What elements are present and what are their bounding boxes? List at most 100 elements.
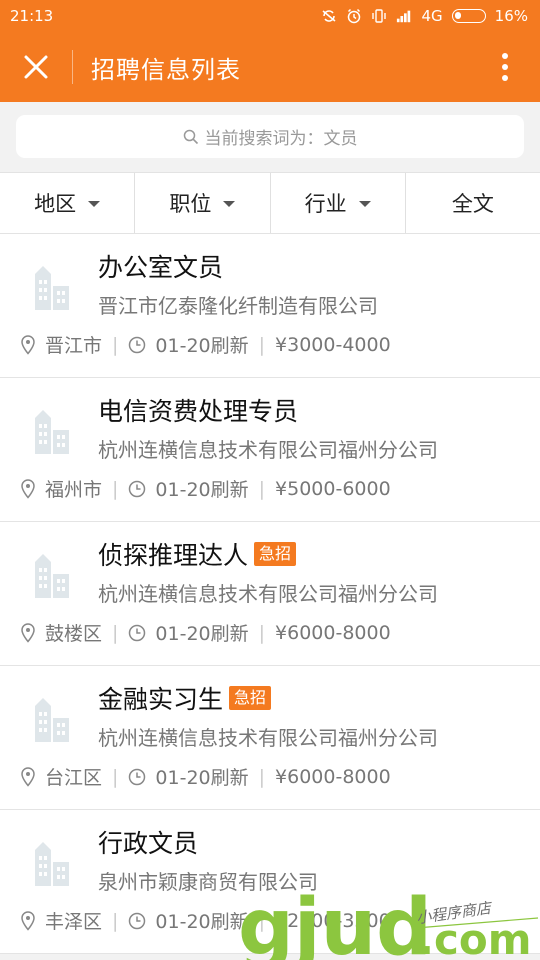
job-refresh-date: 01-20刷新 xyxy=(155,911,249,933)
meta-separator: | xyxy=(112,477,119,500)
meta-separator: | xyxy=(258,909,266,932)
meta-separator: | xyxy=(112,909,119,932)
job-meta: 丰泽区 | 01-20刷新 | ¥2500-3500 xyxy=(20,907,391,934)
filter-tab[interactable]: 地区 xyxy=(0,173,136,233)
urgent-badge: 急招 xyxy=(254,542,297,566)
filter-bar: 地区 职位 行业 全文 xyxy=(0,172,540,234)
status-time: 21:13 xyxy=(10,7,54,25)
clock-icon xyxy=(128,336,146,354)
company-name: 杭州连横信息技术有限公司福州分公司 xyxy=(98,726,438,750)
job-list-item[interactable]: 金融实习生 急招杭州连横信息技术有限公司福州分公司台江区 | 01-20刷新 | ¥600… xyxy=(0,666,540,810)
job-list-item[interactable]: 电信资费处理专员杭州连横信息技术有限公司福州分公司福州市 | 01-20刷新 | ¥50… xyxy=(0,378,540,522)
clock-icon xyxy=(128,912,146,930)
page-title: 招聘信息列表 xyxy=(91,55,241,84)
company-building-icon xyxy=(33,264,71,312)
job-title-row: 电信资费处理专员 xyxy=(98,392,298,428)
location-pin-icon xyxy=(20,766,36,787)
company-name: 泉州市颖康商贸有限公司 xyxy=(98,870,318,894)
filter-label: 地区 xyxy=(34,192,77,216)
job-location: 丰泽区 xyxy=(45,911,103,933)
battery-percent: 16% xyxy=(494,7,528,25)
filter-label: 全文 xyxy=(451,192,494,216)
meta-separator: | xyxy=(112,621,119,644)
company-name: 杭州连横信息技术有限公司福州分公司 xyxy=(98,582,438,606)
meta-separator: | xyxy=(258,621,266,644)
filter-tab[interactable]: 职位 xyxy=(135,173,271,233)
alarm-icon xyxy=(346,8,362,24)
filter-tab[interactable]: 行业 xyxy=(271,173,406,233)
search-area: 当前搜索词为：文员 xyxy=(0,102,540,172)
job-location: 晋江市 xyxy=(45,335,103,357)
job-list-item[interactable]: 行政文员泉州市颖康商贸有限公司丰泽区 | 01-20刷新 | ¥2500-3500 xyxy=(0,810,540,954)
job-refresh-date: 01-20刷新 xyxy=(155,335,249,357)
appbar-divider xyxy=(72,50,73,84)
job-title-row: 金融实习生 急招 xyxy=(98,680,272,716)
app-header: 21:13 4G 16% 招聘信息列表 xyxy=(0,0,540,102)
search-text: 当前搜索词为：文员 xyxy=(204,129,358,149)
caret-down-icon xyxy=(358,201,371,207)
job-title: 侦探推理达人 xyxy=(98,541,249,570)
job-title: 行政文员 xyxy=(98,829,199,858)
clock-icon xyxy=(128,480,146,498)
job-title-row: 行政文员 xyxy=(98,824,198,860)
filter-label: 职位 xyxy=(169,192,212,216)
job-meta: 台江区 | 01-20刷新 | ¥6000-8000 xyxy=(20,763,391,790)
company-name: 晋江市亿泰隆化纤制造有限公司 xyxy=(98,294,378,318)
company-building-icon xyxy=(33,552,71,600)
urgent-badge: 急招 xyxy=(229,686,272,710)
clock-icon xyxy=(128,768,146,786)
job-location: 福州市 xyxy=(45,479,103,501)
location-pin-icon xyxy=(20,334,36,355)
job-refresh-date: 01-20刷新 xyxy=(155,623,249,645)
more-button[interactable] xyxy=(470,34,540,100)
job-title-row: 办公室文员 xyxy=(98,248,223,284)
company-building-icon xyxy=(33,408,71,456)
job-list-item[interactable]: 办公室文员晋江市亿泰隆化纤制造有限公司晋江市 | 01-20刷新 | ¥3000-400… xyxy=(0,234,540,378)
job-salary: ¥6000-8000 xyxy=(275,765,391,788)
job-location: 台江区 xyxy=(45,767,103,789)
filter-tab[interactable]: 全文 xyxy=(406,173,540,233)
search-icon xyxy=(183,129,198,144)
job-salary: ¥3000-4000 xyxy=(275,333,391,356)
location-pin-icon xyxy=(20,478,36,499)
meta-separator: | xyxy=(258,477,266,500)
job-title: 金融实习生 xyxy=(98,685,224,714)
job-meta: 鼓楼区 | 01-20刷新 | ¥6000-8000 xyxy=(20,619,391,646)
caret-down-icon xyxy=(88,201,101,207)
job-salary: ¥2500-3500 xyxy=(275,909,391,932)
company-name: 杭州连横信息技术有限公司福州分公司 xyxy=(98,438,438,462)
job-list: 办公室文员晋江市亿泰隆化纤制造有限公司晋江市 | 01-20刷新 | ¥3000-400… xyxy=(0,234,540,954)
search-box[interactable]: 当前搜索词为：文员 xyxy=(16,115,524,158)
status-icons: 4G 16% xyxy=(321,7,528,25)
signal-icon xyxy=(396,8,412,24)
job-title: 电信资费处理专员 xyxy=(98,397,299,426)
company-building-icon xyxy=(33,696,71,744)
more-vert-icon xyxy=(502,53,508,81)
location-pin-icon xyxy=(20,622,36,643)
caret-down-icon xyxy=(223,201,236,207)
location-pin-icon xyxy=(20,910,36,931)
job-title-row: 侦探推理达人 急招 xyxy=(98,536,297,572)
company-building-icon xyxy=(33,840,71,888)
clock-icon xyxy=(128,624,146,642)
app-bar: 招聘信息列表 xyxy=(0,34,540,100)
job-list-item[interactable]: 侦探推理达人 急招杭州连横信息技术有限公司福州分公司鼓楼区 | 01-20刷新 | ¥60… xyxy=(0,522,540,666)
filter-label: 行业 xyxy=(304,192,347,216)
job-salary: ¥5000-6000 xyxy=(275,477,391,500)
meta-separator: | xyxy=(112,765,119,788)
meta-separator: | xyxy=(112,333,119,356)
battery-icon xyxy=(451,9,486,23)
close-button[interactable] xyxy=(0,34,72,100)
meta-separator: | xyxy=(258,765,266,788)
sync-icon xyxy=(321,8,337,24)
job-meta: 晋江市 | 01-20刷新 | ¥3000-4000 xyxy=(20,331,391,358)
job-salary: ¥6000-8000 xyxy=(275,621,391,644)
job-title: 办公室文员 xyxy=(98,253,224,282)
network-type: 4G xyxy=(421,7,443,25)
job-location: 鼓楼区 xyxy=(45,623,103,645)
status-bar: 21:13 4G 16% xyxy=(0,0,540,32)
vibrate-icon xyxy=(371,8,387,24)
job-refresh-date: 01-20刷新 xyxy=(155,767,249,789)
job-refresh-date: 01-20刷新 xyxy=(155,479,249,501)
meta-separator: | xyxy=(258,333,266,356)
